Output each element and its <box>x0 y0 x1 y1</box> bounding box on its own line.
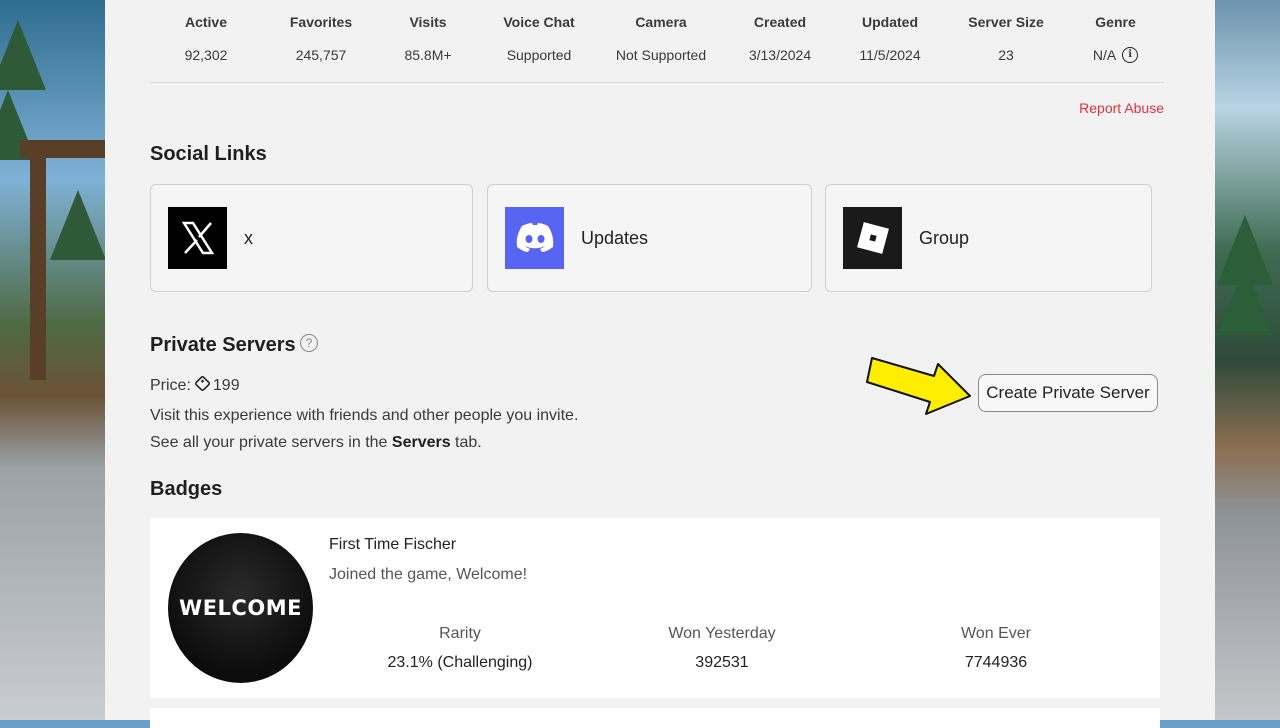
wood-post <box>30 150 46 380</box>
tree-decoration <box>0 20 46 90</box>
stat-value: 85.8M+ <box>404 47 452 63</box>
social-link-group[interactable]: Group <box>825 184 1152 292</box>
stat-label: Server Size <box>968 14 1044 30</box>
stat-genre: Genre N/A i <box>1072 0 1159 82</box>
badge-stat-label: Rarity <box>439 625 481 642</box>
private-servers-title: Private Servers <box>150 334 296 356</box>
social-links-title: Social Links <box>150 143 267 165</box>
badge-name: First Time Fischer <box>329 536 457 553</box>
stat-server-size: Server Size 23 <box>940 0 1072 82</box>
background-scenery-left <box>0 0 105 720</box>
stat-value: Not Supported <box>615 47 707 63</box>
robux-icon <box>193 375 211 392</box>
stat-label: Camera <box>635 14 687 30</box>
stat-voice-chat: Voice Chat Supported <box>476 0 602 82</box>
stat-label: Active <box>184 14 228 30</box>
stat-label: Updated <box>862 14 918 30</box>
stat-camera: Camera Not Supported <box>602 0 720 82</box>
stat-label: Voice Chat <box>503 14 575 30</box>
stat-value: 11/5/2024 <box>859 47 921 63</box>
stat-created: Created 3/13/2024 <box>720 0 840 82</box>
stat-value: 245,757 <box>295 47 347 63</box>
badge-won-ever: Won Ever 7744936 <box>896 625 1096 672</box>
report-abuse-link[interactable]: Report Abuse <box>1079 100 1164 116</box>
social-link-label: Group <box>919 227 970 248</box>
stat-visits: Visits 85.8M+ <box>380 0 476 82</box>
price-value: 199 <box>212 377 240 394</box>
social-link-label: x <box>244 227 253 248</box>
info-icon[interactable]: i <box>1122 47 1139 63</box>
badge-won-yesterday: Won Yesterday 392531 <box>622 625 822 672</box>
servers-tab-link: Servers <box>391 434 451 451</box>
stat-value: 23 <box>998 47 1014 63</box>
help-icon[interactable]: ? <box>300 334 318 352</box>
roblox-logo-icon <box>843 207 902 269</box>
social-link-x[interactable]: x <box>150 184 473 292</box>
social-link-discord[interactable]: Updates <box>487 184 812 292</box>
badge-stat-label: Won Ever <box>961 625 1031 642</box>
private-server-servers-hint: See all your private servers in the Serv… <box>150 434 482 452</box>
badge-stat-value: 23.1% (Challenging) <box>387 654 533 671</box>
stat-label: Favorites <box>289 14 353 30</box>
stat-updated: Updated 11/5/2024 <box>840 0 940 82</box>
tree-decoration <box>1217 265 1273 335</box>
badge-image-text: WELCOME <box>179 596 302 620</box>
stat-label: Visits <box>409 14 447 30</box>
x-logo-icon <box>168 207 227 269</box>
price-label: Price: <box>150 377 191 394</box>
stat-label: Genre <box>1095 14 1136 30</box>
arrow-annotation-icon <box>866 357 971 415</box>
badge-stat-value: 392531 <box>695 654 749 671</box>
background-scenery-right <box>1215 0 1280 720</box>
badge-stat-value: 7744936 <box>964 654 1028 671</box>
badge-card[interactable]: WELCOME First Time Fischer Joined the ga… <box>150 518 1160 698</box>
create-private-server-button[interactable]: Create Private Server <box>978 374 1158 412</box>
private-server-price: Price: 199 <box>150 375 240 395</box>
stat-value: N/A i <box>1072 47 1159 63</box>
stat-value: 3/13/2024 <box>748 47 812 63</box>
stat-label: Created <box>753 14 807 30</box>
badge-image: WELCOME <box>168 533 313 683</box>
badge-rarity: Rarity 23.1% (Challenging) <box>360 625 560 672</box>
hint-text: tab. <box>450 434 482 451</box>
hint-text: See all your private servers in the <box>150 434 392 451</box>
badge-stat-label: Won Yesterday <box>668 625 776 642</box>
badges-title: Badges <box>150 478 223 500</box>
stat-active: Active 92,302 <box>150 0 262 82</box>
discord-logo-icon <box>505 207 564 269</box>
social-link-label: Updates <box>581 227 649 248</box>
game-stats-row: Active 92,302 Favorites 245,757 Visits 85.8… <box>150 0 1164 83</box>
badge-description: Joined the game, Welcome! <box>329 566 528 583</box>
badge-card-next <box>150 708 1160 728</box>
tree-decoration <box>50 190 105 260</box>
stat-value: Supported <box>506 47 572 63</box>
private-server-description: Visit this experience with friends and o… <box>150 407 579 424</box>
stat-value: 92,302 <box>184 47 228 63</box>
stat-favorites: Favorites 245,757 <box>262 0 380 82</box>
